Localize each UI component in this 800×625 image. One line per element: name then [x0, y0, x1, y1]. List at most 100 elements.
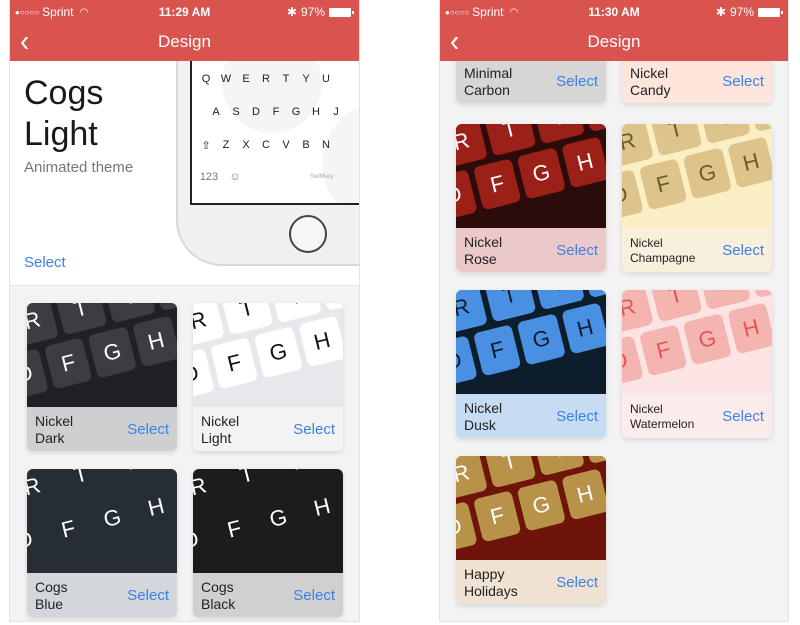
cog-shape	[222, 61, 322, 133]
preview-key: H	[131, 315, 177, 368]
swiftkey-logo: SwiftKey	[310, 174, 334, 180]
screen-right: ●○○○○ Sprint ◠ 11:30 AM ✱ 97% ‹ Design R…	[439, 0, 789, 622]
preview-key: F	[473, 158, 522, 211]
preview-key: T	[483, 290, 537, 323]
theme-name: Happy Holidays	[464, 566, 544, 600]
preview-key: S	[232, 106, 240, 118]
preview-key: ☺	[229, 171, 241, 183]
preview-key: U	[151, 303, 177, 312]
preview-key: G	[253, 326, 303, 379]
preview-key: U	[746, 124, 772, 133]
theme-name: Minimal Carbon	[464, 65, 544, 99]
preview-key: U	[580, 124, 606, 133]
preview-key: U	[317, 303, 343, 312]
preview-key: F	[473, 324, 522, 377]
theme-card[interactable]: RTYUDFGHJ NickelLight Select	[193, 303, 343, 451]
preview-key: G	[682, 147, 732, 200]
select-button[interactable]: Select	[293, 421, 335, 438]
screen-left: ●○○○○ Sprint ◠ 11:29 AM ✱ 97% ‹ Design C…	[9, 0, 360, 622]
theme-preview-image: RTYUDFGHJ	[27, 303, 177, 407]
theme-card-footer: Nickel Rose Select	[456, 228, 606, 272]
preview-key: G	[87, 326, 137, 379]
select-button[interactable]: Select	[722, 408, 764, 425]
theme-name-line: Champagne	[630, 251, 696, 265]
theme-preview-image: RTYUDFGHJ	[622, 290, 772, 394]
nav-bar: ‹ Design	[10, 24, 359, 60]
theme-name: Nickel Dusk	[464, 400, 544, 434]
preview-key: Y	[302, 73, 310, 85]
theme-card[interactable]: RTYUDFGHJ NickelRose Select	[456, 124, 606, 272]
preview-key: B	[302, 139, 310, 151]
page-title: Design	[587, 32, 641, 51]
preview-key: T	[71, 469, 91, 488]
theme-card-footer: Minimal Carbon Select	[456, 59, 606, 103]
preview-key: R	[27, 472, 43, 501]
preview-key: H	[311, 492, 333, 521]
theme-card-footer: Nickel Champagne Select	[622, 228, 772, 272]
theme-name-line: Nickel	[630, 65, 669, 81]
preview-key-row: ⇧ Z X C V B N	[196, 139, 336, 152]
theme-card[interactable]: RTYUDFGHJ NickelWatermelon Select	[622, 290, 772, 438]
preview-key: R	[193, 303, 225, 348]
preview-key: F	[210, 337, 259, 390]
keyboard-preview: QWERTYU ASDFGH J ⇧ Z X C V B N 123 ☺ SwiftKey	[190, 61, 359, 205]
theme-card[interactable]: RTYUDFGHJCogsBlackSelect	[193, 469, 343, 617]
preview-key: X	[242, 139, 250, 151]
phone-preview-image: QWERTYU ASDFGH J ⇧ Z X C V B N 123 ☺ SwiftKey	[176, 61, 359, 266]
theme-card-footer: Nickel Candy Select	[622, 59, 772, 103]
preview-key: H	[312, 106, 320, 118]
theme-name-line: Light	[201, 430, 232, 446]
theme-preview-image: RTYUDFGHJ	[193, 303, 343, 407]
theme-name-line: Dusk	[464, 417, 496, 433]
theme-name-line: Dark	[35, 430, 65, 446]
select-button[interactable]: Select	[722, 73, 764, 90]
select-button[interactable]: Select	[556, 574, 598, 591]
preview-key: ⇧	[201, 140, 211, 152]
battery-icon	[758, 7, 783, 17]
preview-key: T	[237, 469, 257, 488]
theme-preview-image: RTYUDFGHJ	[456, 456, 606, 560]
select-button[interactable]: Select	[127, 587, 169, 604]
preview-key: R	[456, 124, 488, 169]
preview-key: R	[262, 73, 270, 85]
theme-name-line: Rose	[464, 251, 497, 267]
featured-select-button[interactable]: Select	[24, 254, 66, 271]
theme-name-line: Black	[201, 596, 236, 612]
preview-key: T	[220, 303, 274, 336]
preview-key: G	[682, 313, 732, 366]
theme-name-line: Nickel	[35, 413, 74, 429]
preview-key: T	[483, 456, 537, 489]
preview-key: R	[622, 124, 654, 169]
theme-card[interactable]: RTYUDFGHJCogsBlueSelect	[27, 469, 177, 617]
theme-card[interactable]: RTYUDFGHJ NickelDusk Select	[456, 290, 606, 438]
featured-subtitle: Animated theme	[24, 159, 134, 176]
preview-key: U	[580, 290, 606, 299]
theme-card-footer: Cogs Black Select	[193, 573, 343, 617]
preview-key: R	[456, 456, 488, 501]
theme-name-line: Blue	[35, 596, 64, 612]
theme-name-line: Cogs	[35, 579, 68, 595]
preview-key: R	[27, 303, 59, 348]
select-button[interactable]: Select	[556, 242, 598, 259]
select-button[interactable]: Select	[127, 421, 169, 438]
preview-key: T	[54, 303, 108, 336]
preview-key: G	[516, 147, 566, 200]
theme-preview-image: RTYUDFGHJ	[193, 469, 343, 573]
preview-key: H	[560, 302, 606, 355]
select-button[interactable]: Select	[556, 73, 598, 90]
preview-key: T	[649, 124, 703, 157]
theme-card[interactable]: RTYUDFGHJ NickelChampagne Select	[622, 124, 772, 272]
home-button-image	[289, 215, 327, 253]
select-button[interactable]: Select	[293, 587, 335, 604]
preview-key: R	[456, 290, 488, 335]
preview-key-row: QWERTYU	[196, 73, 336, 85]
theme-name: Cogs Blue	[35, 579, 115, 613]
bluetooth-icon: ✱	[286, 5, 297, 19]
select-button[interactable]: Select	[722, 242, 764, 259]
preview-key: R	[622, 290, 654, 335]
theme-preview-image: RTYUDFGHJ	[622, 124, 772, 228]
theme-card[interactable]: RTYUDFGHJ NickelDark Select	[27, 303, 177, 451]
select-button[interactable]: Select	[556, 408, 598, 425]
theme-card[interactable]: RTYUDFGHJ HappyHolidays Select	[456, 456, 606, 604]
preview-key: H	[560, 468, 606, 521]
